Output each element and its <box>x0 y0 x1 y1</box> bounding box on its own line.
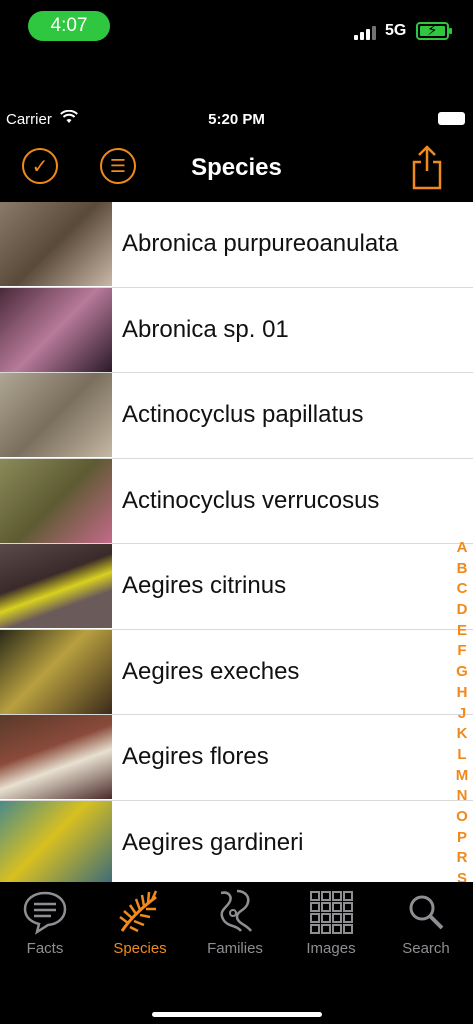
index-letter[interactable]: S <box>452 869 472 882</box>
species-name: Aegires exeches <box>122 657 300 685</box>
species-thumbnail <box>0 458 112 543</box>
index-letter[interactable]: E <box>452 621 472 642</box>
app-status-bar: Carrier 5:20 PM <box>0 104 473 134</box>
index-letter[interactable]: L <box>452 745 472 766</box>
list-item[interactable]: Abronica purpureoanulata <box>0 202 473 288</box>
share-button[interactable] <box>410 144 444 190</box>
tab-label: Facts <box>26 940 64 957</box>
device-status-bar: 4:07 5G ⚡ <box>0 0 473 52</box>
tab-families[interactable]: Families <box>190 886 280 957</box>
species-name: Aegires flores <box>122 743 269 770</box>
species-thumbnail <box>0 800 112 882</box>
tab-facts[interactable]: Facts <box>0 886 90 957</box>
index-letter[interactable]: P <box>452 828 472 849</box>
tab-bar: Facts Species Families Images Search <box>0 882 473 1024</box>
page-title: Species <box>191 154 282 181</box>
share-icon <box>412 145 442 190</box>
tab-search[interactable]: Search <box>381 886 471 957</box>
species-name: Aegires gardineri <box>122 828 304 856</box>
tab-label: Images <box>306 940 356 957</box>
species-thumbnail <box>0 373 112 457</box>
species-name: Abronica purpureoanulata <box>122 230 399 257</box>
speech-bubble-icon <box>0 886 90 938</box>
species-name: Actinocyclus verrucosus <box>122 486 380 514</box>
index-letter[interactable]: O <box>452 807 472 828</box>
index-letter[interactable]: N <box>452 786 472 807</box>
list-item[interactable]: Aegires gardineri <box>0 800 473 882</box>
app-time: 5:20 PM <box>208 111 265 128</box>
list-item[interactable]: Actinocyclus papillatus <box>0 373 473 459</box>
list-item[interactable]: Aegires exeches <box>0 629 473 715</box>
index-letter[interactable]: G <box>452 662 472 683</box>
index-letter[interactable]: A <box>452 538 472 559</box>
family-icon <box>190 886 280 938</box>
tab-label: Families <box>207 940 263 957</box>
species-name: Aegires citrinus <box>122 572 287 599</box>
index-letter[interactable]: J <box>452 704 472 725</box>
device-time[interactable]: 4:07 <box>28 11 110 41</box>
app-battery-icon <box>438 112 465 125</box>
grid-icon <box>286 886 376 938</box>
index-letter[interactable]: B <box>452 559 472 580</box>
species-thumbnail <box>0 544 112 628</box>
species-list[interactable]: Abronica purpureoanulata Abronica sp. 01… <box>0 202 473 882</box>
index-letter[interactable]: D <box>452 600 472 621</box>
list-item[interactable]: Aegires citrinus <box>0 544 473 630</box>
index-letter[interactable]: K <box>452 724 472 745</box>
tab-images[interactable]: Images <box>286 886 376 957</box>
tab-label: Species <box>113 940 167 957</box>
tab-species[interactable]: Species <box>95 886 185 957</box>
species-name: Abronica sp. 01 <box>122 315 289 343</box>
species-thumbnail <box>0 629 112 714</box>
index-letter[interactable]: M <box>452 766 472 787</box>
species-thumbnail <box>0 287 112 372</box>
search-icon <box>381 886 471 938</box>
species-thumbnail <box>0 202 112 286</box>
species-name: Actinocyclus papillatus <box>122 401 364 428</box>
index-letter[interactable]: R <box>452 848 472 869</box>
cellular-signal-icon <box>354 24 378 40</box>
nudibranch-icon <box>95 886 185 938</box>
list-item[interactable]: Actinocyclus verrucosus <box>0 458 473 544</box>
species-thumbnail <box>0 715 112 799</box>
navigation-bar: ✓ ☰ Species <box>0 140 473 202</box>
list-item[interactable]: Aegires flores <box>0 715 473 801</box>
home-indicator[interactable] <box>152 1012 322 1017</box>
index-letter[interactable]: H <box>452 683 472 704</box>
alphabet-index[interactable]: A B C D E F G H J K L M N O P R S T U V <box>452 538 472 882</box>
battery-charging-icon: ⚡ <box>416 22 452 40</box>
network-type: 5G <box>385 22 407 39</box>
index-letter[interactable]: F <box>452 641 472 662</box>
tab-label: Search <box>402 940 450 957</box>
index-letter[interactable]: C <box>452 579 472 600</box>
list-item[interactable]: Abronica sp. 01 <box>0 287 473 373</box>
